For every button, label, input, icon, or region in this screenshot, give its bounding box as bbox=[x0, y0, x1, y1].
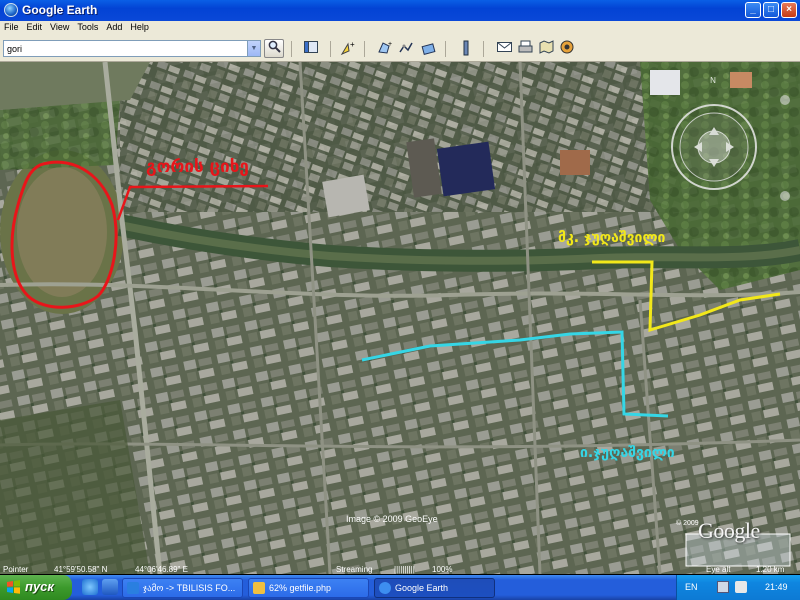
maximize-button[interactable]: □ bbox=[763, 2, 779, 18]
windows-logo-icon bbox=[7, 580, 20, 594]
start-button[interactable]: пуск bbox=[0, 575, 72, 600]
pointer-longitude: 44°06'46.89" E bbox=[135, 565, 188, 574]
pointer-label: Pointer bbox=[3, 565, 29, 574]
logo-year: © 2009 bbox=[676, 520, 699, 527]
window-title: Google Earth bbox=[22, 3, 98, 17]
browser-icon bbox=[127, 582, 139, 594]
google-logo: Google bbox=[698, 518, 760, 543]
print-icon[interactable] bbox=[516, 40, 534, 58]
streaming-progress-bar: |||||||||| bbox=[394, 565, 415, 574]
taskbar: пуск ჯამო -> TBILISIS FO... 62% getfile.… bbox=[0, 575, 800, 600]
search-input[interactable] bbox=[3, 40, 261, 57]
toolbar-separator bbox=[483, 41, 484, 57]
imagery-credit: Image © 2009 GeoEye bbox=[346, 514, 438, 524]
label-yellow-street: მკ. ჯუღაშვილი bbox=[558, 230, 666, 246]
svg-text:+: + bbox=[350, 40, 355, 49]
menu-help[interactable]: Help bbox=[126, 21, 153, 32]
download-icon bbox=[253, 582, 265, 594]
label-fortress: გორის ციხე bbox=[146, 157, 249, 177]
menu-add[interactable]: Add bbox=[102, 21, 126, 32]
svg-text:N: N bbox=[710, 76, 716, 85]
streaming-label: Streaming bbox=[336, 565, 373, 574]
system-tray: EN 21:49 bbox=[676, 575, 800, 600]
google-earth-icon bbox=[379, 582, 391, 594]
magnifier-icon bbox=[268, 40, 281, 53]
title-bar[interactable]: Google Earth _ □ × bbox=[0, 0, 800, 21]
sidebar-toggle-icon[interactable] bbox=[302, 40, 320, 58]
add-path-icon[interactable] bbox=[398, 40, 416, 58]
view-in-maps-icon[interactable] bbox=[537, 40, 555, 58]
toolbar-separator bbox=[330, 41, 331, 57]
google-earth-app-icon bbox=[4, 3, 18, 17]
taskbar-item-label: Google Earth bbox=[395, 583, 449, 593]
toolbar-separator bbox=[445, 41, 446, 57]
label-cyan-street: ი.ჯუღაშვილი bbox=[580, 445, 675, 461]
taskbar-item-label: ჯამო -> TBILISIS FO... bbox=[143, 583, 236, 593]
taskbar-item-download[interactable]: 62% getfile.php bbox=[248, 578, 369, 598]
menu-bar: File Edit View Tools Add Help bbox=[0, 21, 800, 36]
search-dropdown-arrow-icon[interactable]: ▼ bbox=[247, 41, 260, 56]
add-polygon-icon[interactable]: + bbox=[376, 40, 394, 58]
add-placemark-icon[interactable]: + bbox=[339, 40, 357, 58]
start-label: пуск bbox=[25, 579, 54, 594]
menu-edit[interactable]: Edit bbox=[23, 21, 47, 32]
show-desktop-quicklaunch-icon[interactable] bbox=[102, 579, 118, 595]
monitor-tray-icon[interactable] bbox=[717, 581, 729, 593]
taskbar-item-label: 62% getfile.php bbox=[269, 583, 332, 593]
toolbar-separator bbox=[291, 41, 292, 57]
language-indicator[interactable]: EN bbox=[685, 582, 698, 592]
toolbar-separator bbox=[364, 41, 365, 57]
google-earth-window: Google Earth _ □ × File Edit View Tools … bbox=[0, 0, 800, 600]
map-view[interactable]: N გორის ციხე მკ. ჯუღაშვილი ი.ჯუღაშვილი I… bbox=[0, 62, 800, 574]
streaming-percent: 100% bbox=[432, 565, 453, 574]
sky-switch-icon[interactable] bbox=[558, 40, 576, 58]
taskbar-item-google-earth[interactable]: Google Earth bbox=[374, 578, 495, 598]
add-image-overlay-icon[interactable] bbox=[420, 40, 438, 58]
svg-text:+: + bbox=[388, 41, 392, 48]
status-bar: Pointer 41°59'50.58" N 44°06'46.89" E St… bbox=[0, 565, 800, 575]
search-button[interactable] bbox=[264, 39, 284, 58]
ruler-icon[interactable] bbox=[457, 40, 475, 58]
toolbar: ▼ + + bbox=[0, 36, 800, 62]
minimize-button[interactable]: _ bbox=[745, 2, 761, 18]
menu-view[interactable]: View bbox=[46, 21, 73, 32]
pointer-latitude: 41°59'50.58" N bbox=[54, 565, 108, 574]
internet-explorer-quicklaunch-icon[interactable] bbox=[82, 579, 98, 595]
menu-tools[interactable]: Tools bbox=[73, 21, 102, 32]
email-icon[interactable] bbox=[495, 40, 513, 58]
close-button[interactable]: × bbox=[781, 2, 797, 18]
volume-tray-icon[interactable] bbox=[735, 581, 747, 593]
clock: 21:49 bbox=[765, 582, 788, 592]
taskbar-item-browser[interactable]: ჯამო -> TBILISIS FO... bbox=[122, 578, 243, 598]
menu-file[interactable]: File bbox=[0, 21, 23, 32]
